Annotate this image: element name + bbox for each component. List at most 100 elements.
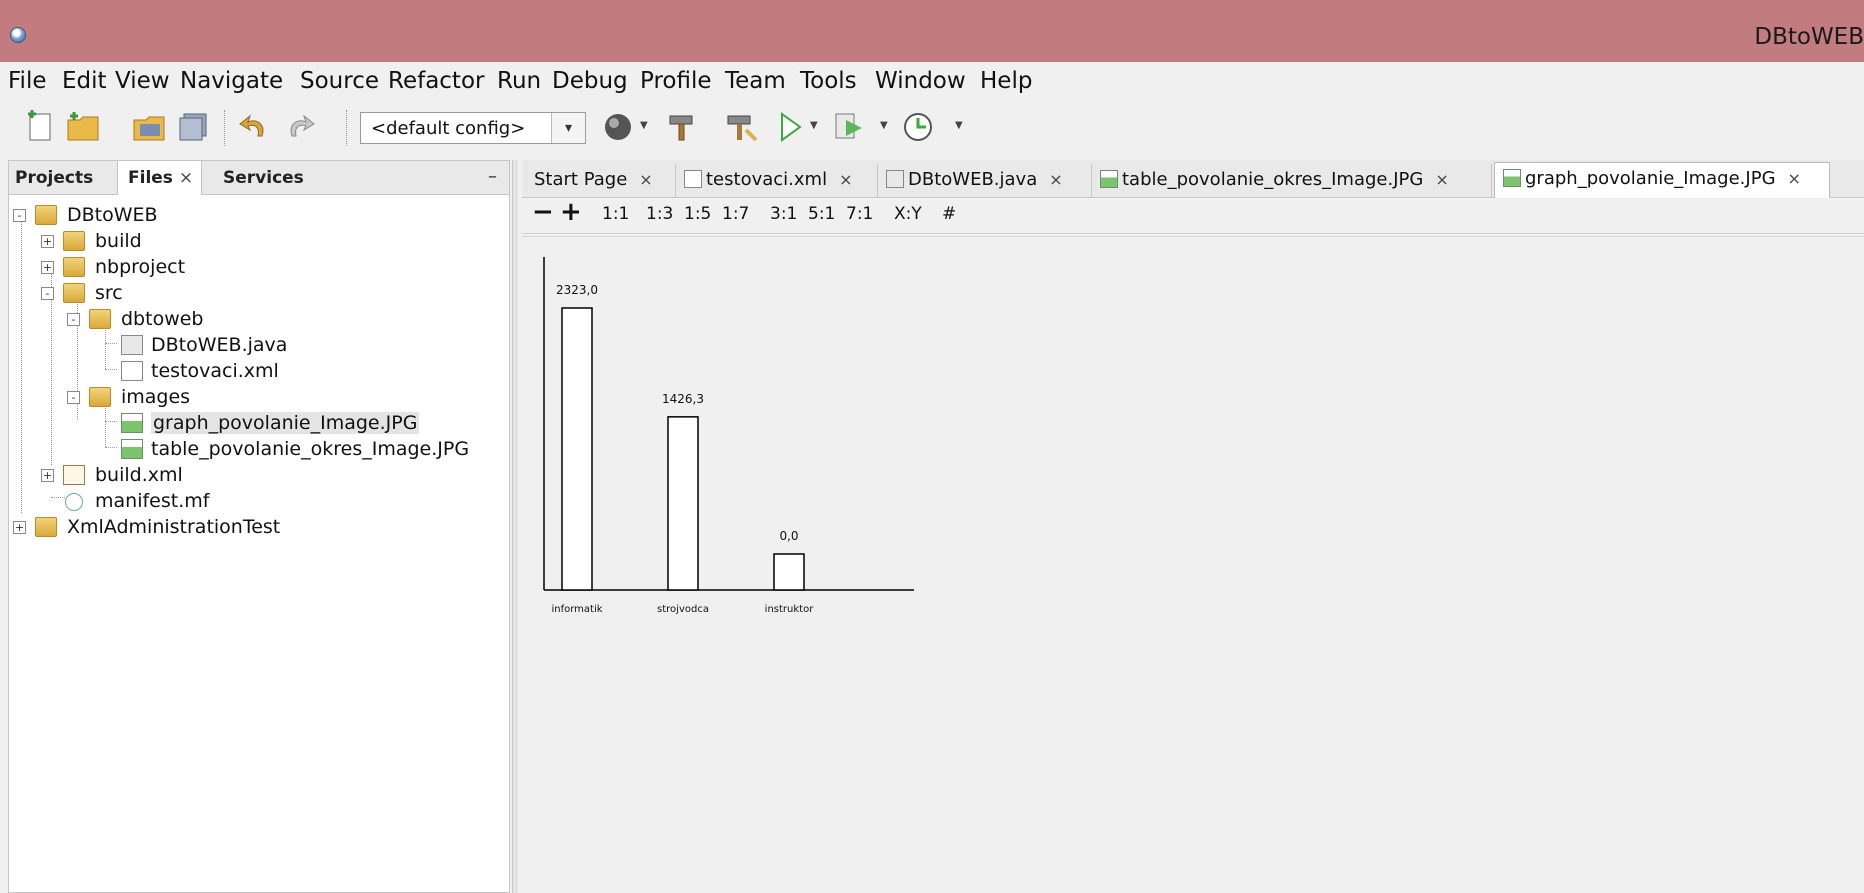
zoom-7-1-button[interactable]: 7:1 (846, 204, 873, 224)
value-label-instruktor: 0,0 (779, 529, 798, 543)
save-all-icon[interactable] (176, 108, 216, 146)
close-icon[interactable]: × (179, 168, 193, 188)
tree-item-label: graph_povolanie_Image.JPG (151, 412, 420, 434)
undo-icon[interactable] (236, 108, 272, 146)
menu-edit[interactable]: Edit (62, 68, 107, 94)
menu-navigate[interactable]: Navigate (180, 68, 283, 94)
close-icon[interactable]: × (1049, 170, 1062, 189)
open-project-icon[interactable] (130, 108, 170, 146)
menu-team[interactable]: Team (725, 68, 786, 94)
menu-source[interactable]: Source (300, 68, 379, 94)
tree-connector (51, 497, 65, 498)
minimize-panel-button[interactable]: – (488, 166, 497, 187)
bar-informatik (561, 307, 593, 591)
close-icon[interactable]: × (639, 170, 652, 189)
expand-icon[interactable]: + (41, 261, 54, 274)
profile-icon[interactable] (900, 108, 936, 146)
category-label-informatik: informatik (551, 604, 602, 615)
menu-help[interactable]: Help (980, 68, 1032, 94)
netbeans-app-icon (10, 27, 26, 43)
folder-icon (63, 231, 85, 251)
build-hammer-icon[interactable] (664, 108, 700, 146)
zoom-1-5-button[interactable]: 1:5 (684, 204, 711, 224)
tab-testovaci-xml[interactable]: testovaci.xml × (676, 164, 878, 198)
java-file-icon (886, 170, 904, 188)
tab-services[interactable]: Services (223, 161, 304, 194)
chevron-down-icon[interactable]: ▼ (955, 120, 963, 131)
menu-run[interactable]: Run (497, 68, 541, 94)
debug-icon[interactable] (832, 108, 872, 146)
chevron-down-icon[interactable]: ▼ (810, 120, 818, 131)
toolbar-separator (224, 110, 226, 146)
close-icon[interactable]: × (1435, 170, 1448, 189)
menu-debug[interactable]: Debug (552, 68, 628, 94)
chevron-down-icon[interactable]: ▾ (551, 113, 585, 143)
grid-toggle-button[interactable]: # (942, 204, 956, 224)
new-project-icon[interactable] (64, 108, 104, 146)
redo-icon[interactable] (282, 108, 318, 146)
tree-item-label: src (95, 282, 123, 304)
zoom-custom-button[interactable]: X:Y (894, 204, 922, 224)
tree-item-label: nbproject (95, 256, 186, 278)
globe-icon[interactable] (600, 108, 636, 146)
config-select-value: <default config> (371, 118, 526, 139)
collapse-icon[interactable]: - (41, 287, 54, 300)
zoom-in-button[interactable]: + (560, 197, 582, 227)
collapse-icon[interactable]: - (67, 313, 80, 326)
menu-profile[interactable]: Profile (640, 68, 712, 94)
tree-item-label: dbtoweb (121, 308, 204, 330)
tree-connector (105, 343, 117, 344)
config-select[interactable]: <default config> ▾ (360, 112, 586, 144)
menu-refactor[interactable]: Refactor (388, 68, 484, 94)
image-file-icon (121, 413, 143, 433)
tab-table-image[interactable]: table_povolanie_okres_Image.JPG × (1092, 164, 1492, 198)
menu-view[interactable]: View (115, 68, 170, 94)
tree-item-label: DBtoWEB (67, 204, 158, 226)
menu-window[interactable]: Window (875, 68, 966, 94)
folder-icon (89, 387, 111, 407)
tree-item-label: images (121, 386, 191, 408)
tab-files-label: Files (128, 168, 173, 188)
run-icon[interactable] (776, 108, 806, 146)
zoom-3-1-button[interactable]: 3:1 (770, 204, 797, 224)
tab-start-page[interactable]: Start Page × (522, 164, 676, 198)
zoom-5-1-button[interactable]: 5:1 (808, 204, 835, 224)
file-tree: - DBtoWEB + build + nbproject - src - db… (9, 195, 509, 893)
expand-icon[interactable]: + (13, 521, 26, 534)
zoom-1-3-button[interactable]: 1:3 (646, 204, 673, 224)
project-folder-icon (35, 517, 57, 537)
tab-label: table_povolanie_okres_Image.JPG (1122, 169, 1424, 190)
collapse-icon[interactable]: - (67, 391, 80, 404)
image-file-icon (1100, 170, 1118, 188)
tab-files[interactable]: Files × (117, 161, 203, 195)
tree-item-label: build (95, 230, 142, 252)
zoom-1-1-button[interactable]: 1:1 (602, 204, 629, 224)
new-file-icon[interactable] (22, 108, 58, 146)
folder-icon (63, 257, 85, 277)
expand-icon[interactable]: + (41, 235, 54, 248)
tab-dbtoweb-java[interactable]: DBtoWEB.java × (878, 164, 1092, 198)
menu-tools[interactable]: Tools (800, 68, 857, 94)
close-icon[interactable]: × (839, 170, 852, 189)
menu-bar: File Edit View Navigate Source Refactor … (0, 62, 1864, 102)
panel-splitter[interactable] (512, 160, 518, 893)
bar-instruktor (773, 553, 805, 591)
clean-build-icon[interactable] (722, 108, 762, 146)
tab-projects[interactable]: Projects (15, 161, 93, 194)
window-title: DBtoWEB (1754, 24, 1864, 50)
zoom-out-button[interactable]: − (532, 197, 554, 227)
tree-item-label: manifest.mf (95, 490, 210, 512)
menu-file[interactable]: File (8, 68, 47, 94)
chevron-down-icon[interactable]: ▼ (880, 120, 888, 131)
collapse-icon[interactable]: - (13, 209, 26, 222)
tree-connector (105, 369, 117, 370)
image-file-icon (121, 439, 143, 459)
expand-icon[interactable]: + (41, 469, 54, 482)
ant-build-icon (63, 465, 85, 485)
tree-item-label: DBtoWEB.java (151, 334, 288, 356)
zoom-1-7-button[interactable]: 1:7 (722, 204, 749, 224)
close-icon[interactable]: × (1788, 169, 1801, 188)
chevron-down-icon[interactable]: ▼ (640, 120, 648, 131)
tab-graph-image[interactable]: graph_povolanie_Image.JPG × (1494, 162, 1830, 199)
tree-item-label: XmlAdministrationTest (67, 516, 281, 538)
